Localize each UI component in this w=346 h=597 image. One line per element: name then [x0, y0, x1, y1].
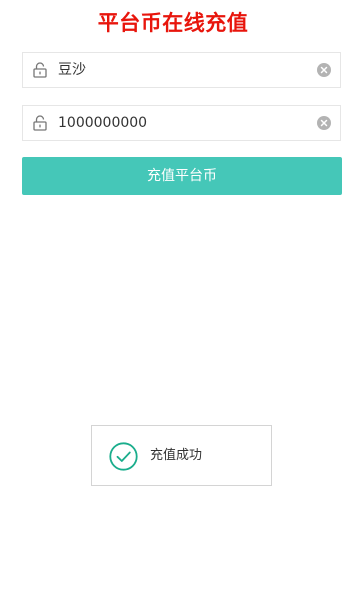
lock-icon: [33, 115, 47, 131]
toast-message: 充值成功: [150, 448, 203, 463]
amount-input[interactable]: [58, 106, 308, 140]
amount-field[interactable]: [22, 105, 341, 141]
check-circle-icon: [109, 442, 138, 471]
recharge-button[interactable]: 充值平台币: [22, 157, 342, 195]
clear-icon[interactable]: [317, 116, 331, 130]
username-field[interactable]: [22, 52, 341, 88]
success-toast: 充值成功: [91, 425, 272, 486]
clear-icon[interactable]: [317, 63, 331, 77]
username-input[interactable]: [58, 53, 308, 87]
page-title: 平台币在线充值: [97, 11, 249, 35]
lock-icon: [33, 62, 47, 78]
